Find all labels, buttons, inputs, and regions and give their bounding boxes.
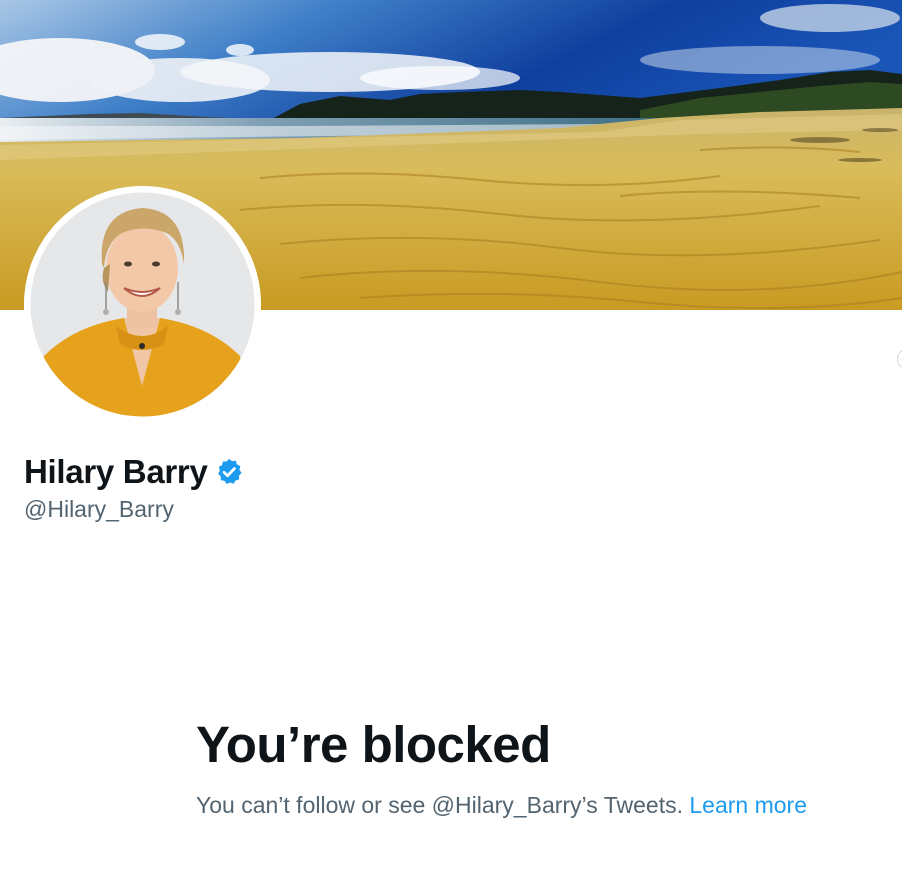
profile-handle: @Hilary_Barry: [24, 496, 174, 522]
blocked-title: You’re blocked: [196, 716, 551, 773]
learn-more-link[interactable]: Learn more: [689, 792, 807, 818]
profile-avatar[interactable]: [24, 186, 261, 423]
profile-display-name: Hilary Barry: [24, 453, 208, 490]
blocked-message-text: You can’t follow or see @Hilary_Barry’s …: [196, 792, 690, 818]
more-options-button[interactable]: [897, 349, 902, 369]
profile-name-row: Hilary Barry: [24, 452, 244, 492]
verified-badge-icon[interactable]: [214, 457, 244, 487]
profile-page: Hilary Barry @Hilary_Barry You’re blocke…: [0, 0, 902, 894]
blocked-message: You can’t follow or see @Hilary_Barry’s …: [196, 788, 836, 822]
